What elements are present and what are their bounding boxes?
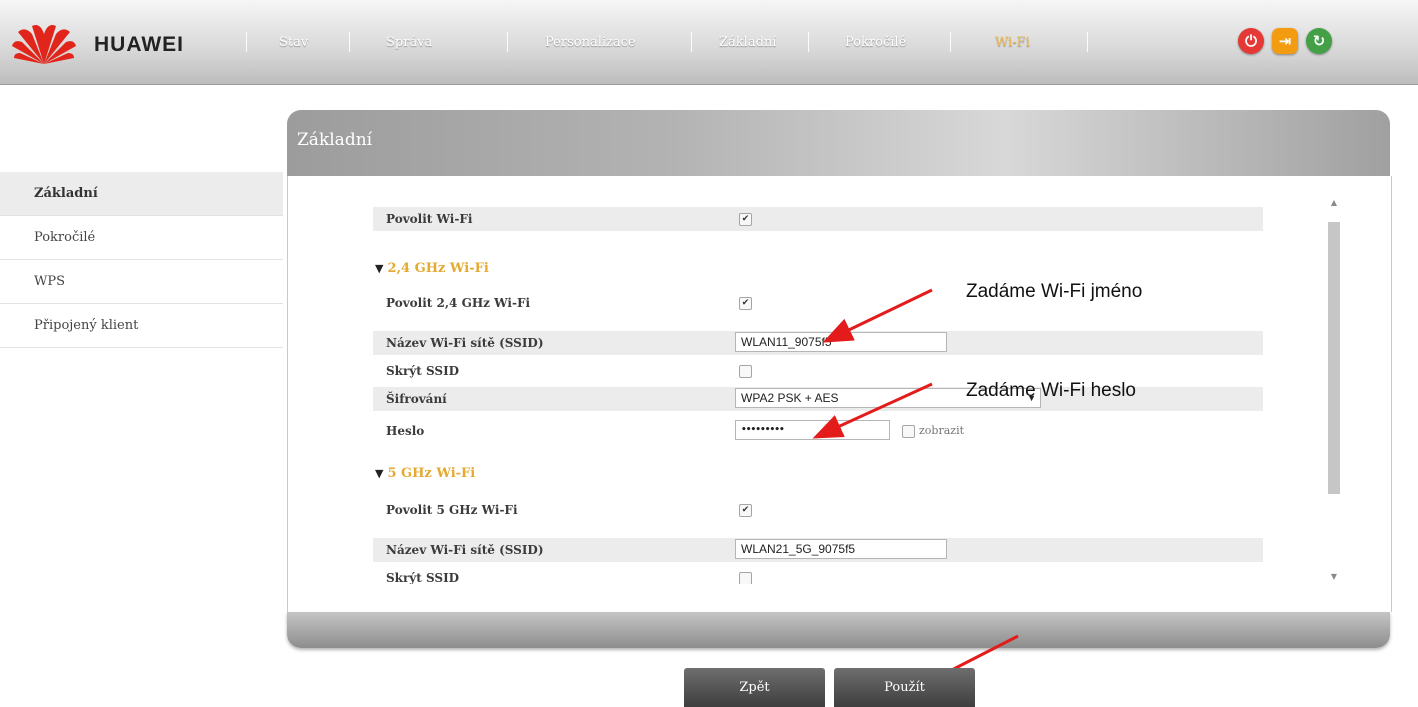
enable-wifi-label: Povolit Wi-Fi <box>386 212 473 226</box>
sidebar-item-wps[interactable]: WPS <box>0 260 283 304</box>
show-password-checkbox[interactable] <box>902 425 915 438</box>
nav-stav[interactable]: Stav <box>279 35 308 50</box>
scrollbar-thumb[interactable] <box>1328 222 1340 494</box>
nav-separator <box>950 32 951 52</box>
band24-enable-checkbox[interactable]: ✔ <box>739 297 752 310</box>
band5-hide-ssid-checkbox[interactable] <box>739 572 752 584</box>
refresh-icon[interactable]: ↻ <box>1306 28 1332 54</box>
band24-password-row: Heslo ••••••••• zobrazit <box>373 419 1263 443</box>
nav-zakladni[interactable]: Základní <box>719 35 776 50</box>
band5-section-title[interactable]: ▼ 5 GHz Wi-Fi <box>375 466 475 481</box>
band5-enable-checkbox[interactable]: ✔ <box>739 504 752 517</box>
nav-separator <box>808 32 809 52</box>
sidebar-item-pokrocile[interactable]: Pokročilé <box>0 216 283 260</box>
band24-hide-ssid-label: Skrýt SSID <box>386 364 460 378</box>
nav-personalizace[interactable]: Personalizace <box>545 35 636 50</box>
band24-ssid-label: Název Wi-Fi sítě (SSID) <box>386 336 544 350</box>
nav-wifi[interactable]: Wi-Fi <box>995 35 1030 50</box>
panel-header: Základní <box>287 110 1390 176</box>
nav-sprava[interactable]: Správa <box>386 35 432 50</box>
band5-ssid-row: Název Wi-Fi sítě (SSID) WLAN21_5G_9075f5 <box>373 538 1263 562</box>
band24-password-label: Heslo <box>386 424 425 438</box>
scroll-up-icon[interactable]: ▲ <box>1326 196 1342 210</box>
panel-footer <box>287 612 1390 648</box>
band5-enable-label: Povolit 5 GHz Wi-Fi <box>386 503 518 517</box>
nav-pokrocile[interactable]: Pokročilé <box>845 35 906 50</box>
band24-ssid-row: Název Wi-Fi sítě (SSID) WLAN11_9075f5 <box>373 331 1263 355</box>
band5-enable-row: Povolit 5 GHz Wi-Fi ✔ <box>373 498 1263 522</box>
huawei-logo-icon <box>12 25 76 64</box>
band24-encryption-label: Šifrování <box>386 392 447 406</box>
power-icon[interactable]: ⏻ <box>1238 28 1264 54</box>
sidebar: Základní Pokročilé WPS Připojený klient <box>0 172 283 348</box>
logout-icon[interactable]: ⇥ <box>1272 28 1298 54</box>
band24-title-text: 2,4 GHz Wi-Fi <box>387 261 489 276</box>
band5-hide-ssid-row: Skrýt SSID <box>373 566 1263 584</box>
enable-wifi-row: Povolit Wi-Fi ✔ <box>373 207 1263 231</box>
sidebar-item-zakladni[interactable]: Základní <box>0 172 283 216</box>
show-password-label: zobrazit <box>919 424 965 437</box>
panel-title: Základní <box>297 130 373 150</box>
band24-password-input[interactable]: ••••••••• <box>735 420 890 440</box>
top-navigation-bar: HUAWEI Stav Správa Personalizace Základn… <box>0 0 1418 85</box>
band5-title-text: 5 GHz Wi-Fi <box>387 466 476 481</box>
brand-name: HUAWEI <box>94 33 184 56</box>
nav-separator <box>246 32 247 52</box>
panel-scrollbar[interactable]: ▲ ▼ <box>1326 196 1342 584</box>
scroll-down-icon[interactable]: ▼ <box>1326 570 1342 584</box>
apply-button[interactable]: Použít <box>834 668 975 707</box>
enable-wifi-checkbox[interactable]: ✔ <box>739 213 752 226</box>
band24-encryption-value: WPA2 PSK + AES <box>741 391 839 405</box>
annotation-password-note: Zadáme Wi-Fi heslo <box>966 380 1136 401</box>
band5-hide-ssid-label: Skrýt SSID <box>386 571 460 584</box>
nav-separator <box>507 32 508 52</box>
nav-separator <box>349 32 350 52</box>
band5-ssid-label: Název Wi-Fi sítě (SSID) <box>386 543 544 557</box>
band24-enable-label: Povolit 2,4 GHz Wi-Fi <box>386 296 531 310</box>
collapse-triangle-icon: ▼ <box>375 262 384 275</box>
back-button[interactable]: Zpět <box>684 668 825 707</box>
annotation-ssid-note: Zadáme Wi-Fi jméno <box>966 281 1143 302</box>
sidebar-item-pripojeny-klient[interactable]: Připojený klient <box>0 304 283 348</box>
band24-section-title[interactable]: ▼ 2,4 GHz Wi-Fi <box>375 261 489 276</box>
band24-ssid-input[interactable]: WLAN11_9075f5 <box>735 332 947 352</box>
band5-ssid-input[interactable]: WLAN21_5G_9075f5 <box>735 539 947 559</box>
nav-separator <box>1087 32 1088 52</box>
collapse-triangle-icon: ▼ <box>375 467 384 480</box>
nav-separator <box>691 32 692 52</box>
band24-hide-ssid-checkbox[interactable] <box>739 365 752 378</box>
